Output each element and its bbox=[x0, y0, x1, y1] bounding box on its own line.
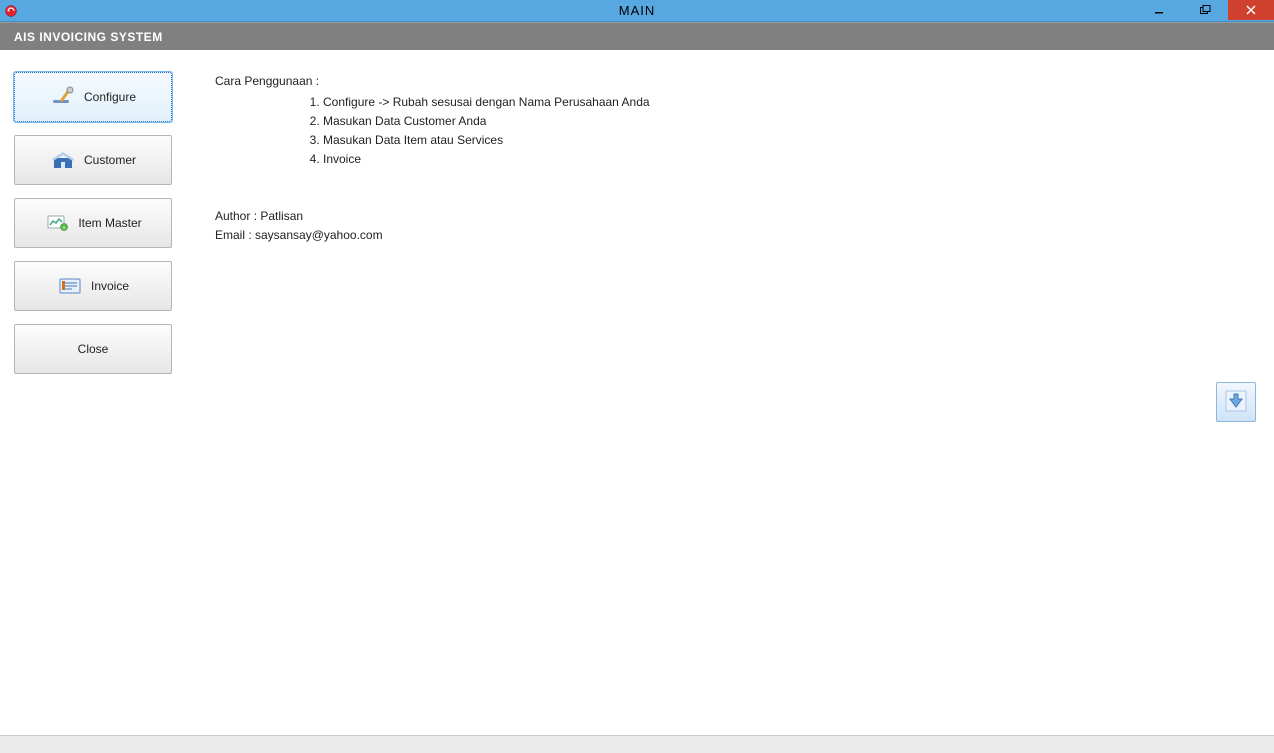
configure-button[interactable]: Configure bbox=[14, 72, 172, 122]
close-label: Close bbox=[78, 342, 109, 356]
usage-step: Invoice bbox=[323, 150, 1254, 169]
customer-label: Customer bbox=[84, 153, 136, 167]
status-bar bbox=[0, 735, 1274, 753]
customer-icon bbox=[50, 148, 78, 172]
usage-step: Masukan Data Item atau Services bbox=[323, 131, 1254, 150]
usage-step: Masukan Data Customer Anda bbox=[323, 112, 1254, 131]
usage-step: Configure -> Rubah sesusai dengan Nama P… bbox=[323, 93, 1254, 112]
item-master-label: Item Master bbox=[78, 216, 141, 230]
configure-icon bbox=[50, 85, 78, 109]
window-title: MAIN bbox=[619, 3, 656, 18]
window-titlebar: MAIN bbox=[0, 0, 1274, 22]
window-controls bbox=[1136, 0, 1274, 21]
app-header: AIS INVOICING SYSTEM bbox=[0, 22, 1274, 50]
client-area: Configure Customer + Item bbox=[0, 50, 1274, 735]
invoice-icon bbox=[57, 274, 85, 298]
usage-heading: Cara Penggunaan : bbox=[215, 72, 1254, 90]
customer-button[interactable]: Customer bbox=[14, 135, 172, 185]
configure-label: Configure bbox=[84, 90, 136, 104]
maximize-button[interactable] bbox=[1182, 0, 1228, 20]
email-line: Email : saysansay@yahoo.com bbox=[215, 226, 1254, 245]
item-master-icon: + bbox=[44, 211, 72, 235]
main-content: Cara Penggunaan : Configure -> Rubah ses… bbox=[215, 72, 1254, 245]
item-master-button[interactable]: + Item Master bbox=[14, 198, 172, 248]
app-icon bbox=[4, 4, 18, 18]
invoice-button[interactable]: Invoice bbox=[14, 261, 172, 311]
close-button[interactable]: Close bbox=[14, 324, 172, 374]
app-title: AIS INVOICING SYSTEM bbox=[14, 30, 163, 44]
sidebar: Configure Customer + Item bbox=[14, 72, 172, 387]
svg-text:+: + bbox=[63, 226, 67, 232]
author-line: Author : Patlisan bbox=[215, 207, 1254, 226]
minimize-button[interactable] bbox=[1136, 0, 1182, 20]
usage-steps: Configure -> Rubah sesusai dengan Nama P… bbox=[215, 93, 1254, 169]
invoice-label: Invoice bbox=[91, 279, 129, 293]
close-window-button[interactable] bbox=[1228, 0, 1274, 20]
download-button[interactable] bbox=[1216, 382, 1256, 422]
download-arrow-icon bbox=[1225, 390, 1247, 415]
